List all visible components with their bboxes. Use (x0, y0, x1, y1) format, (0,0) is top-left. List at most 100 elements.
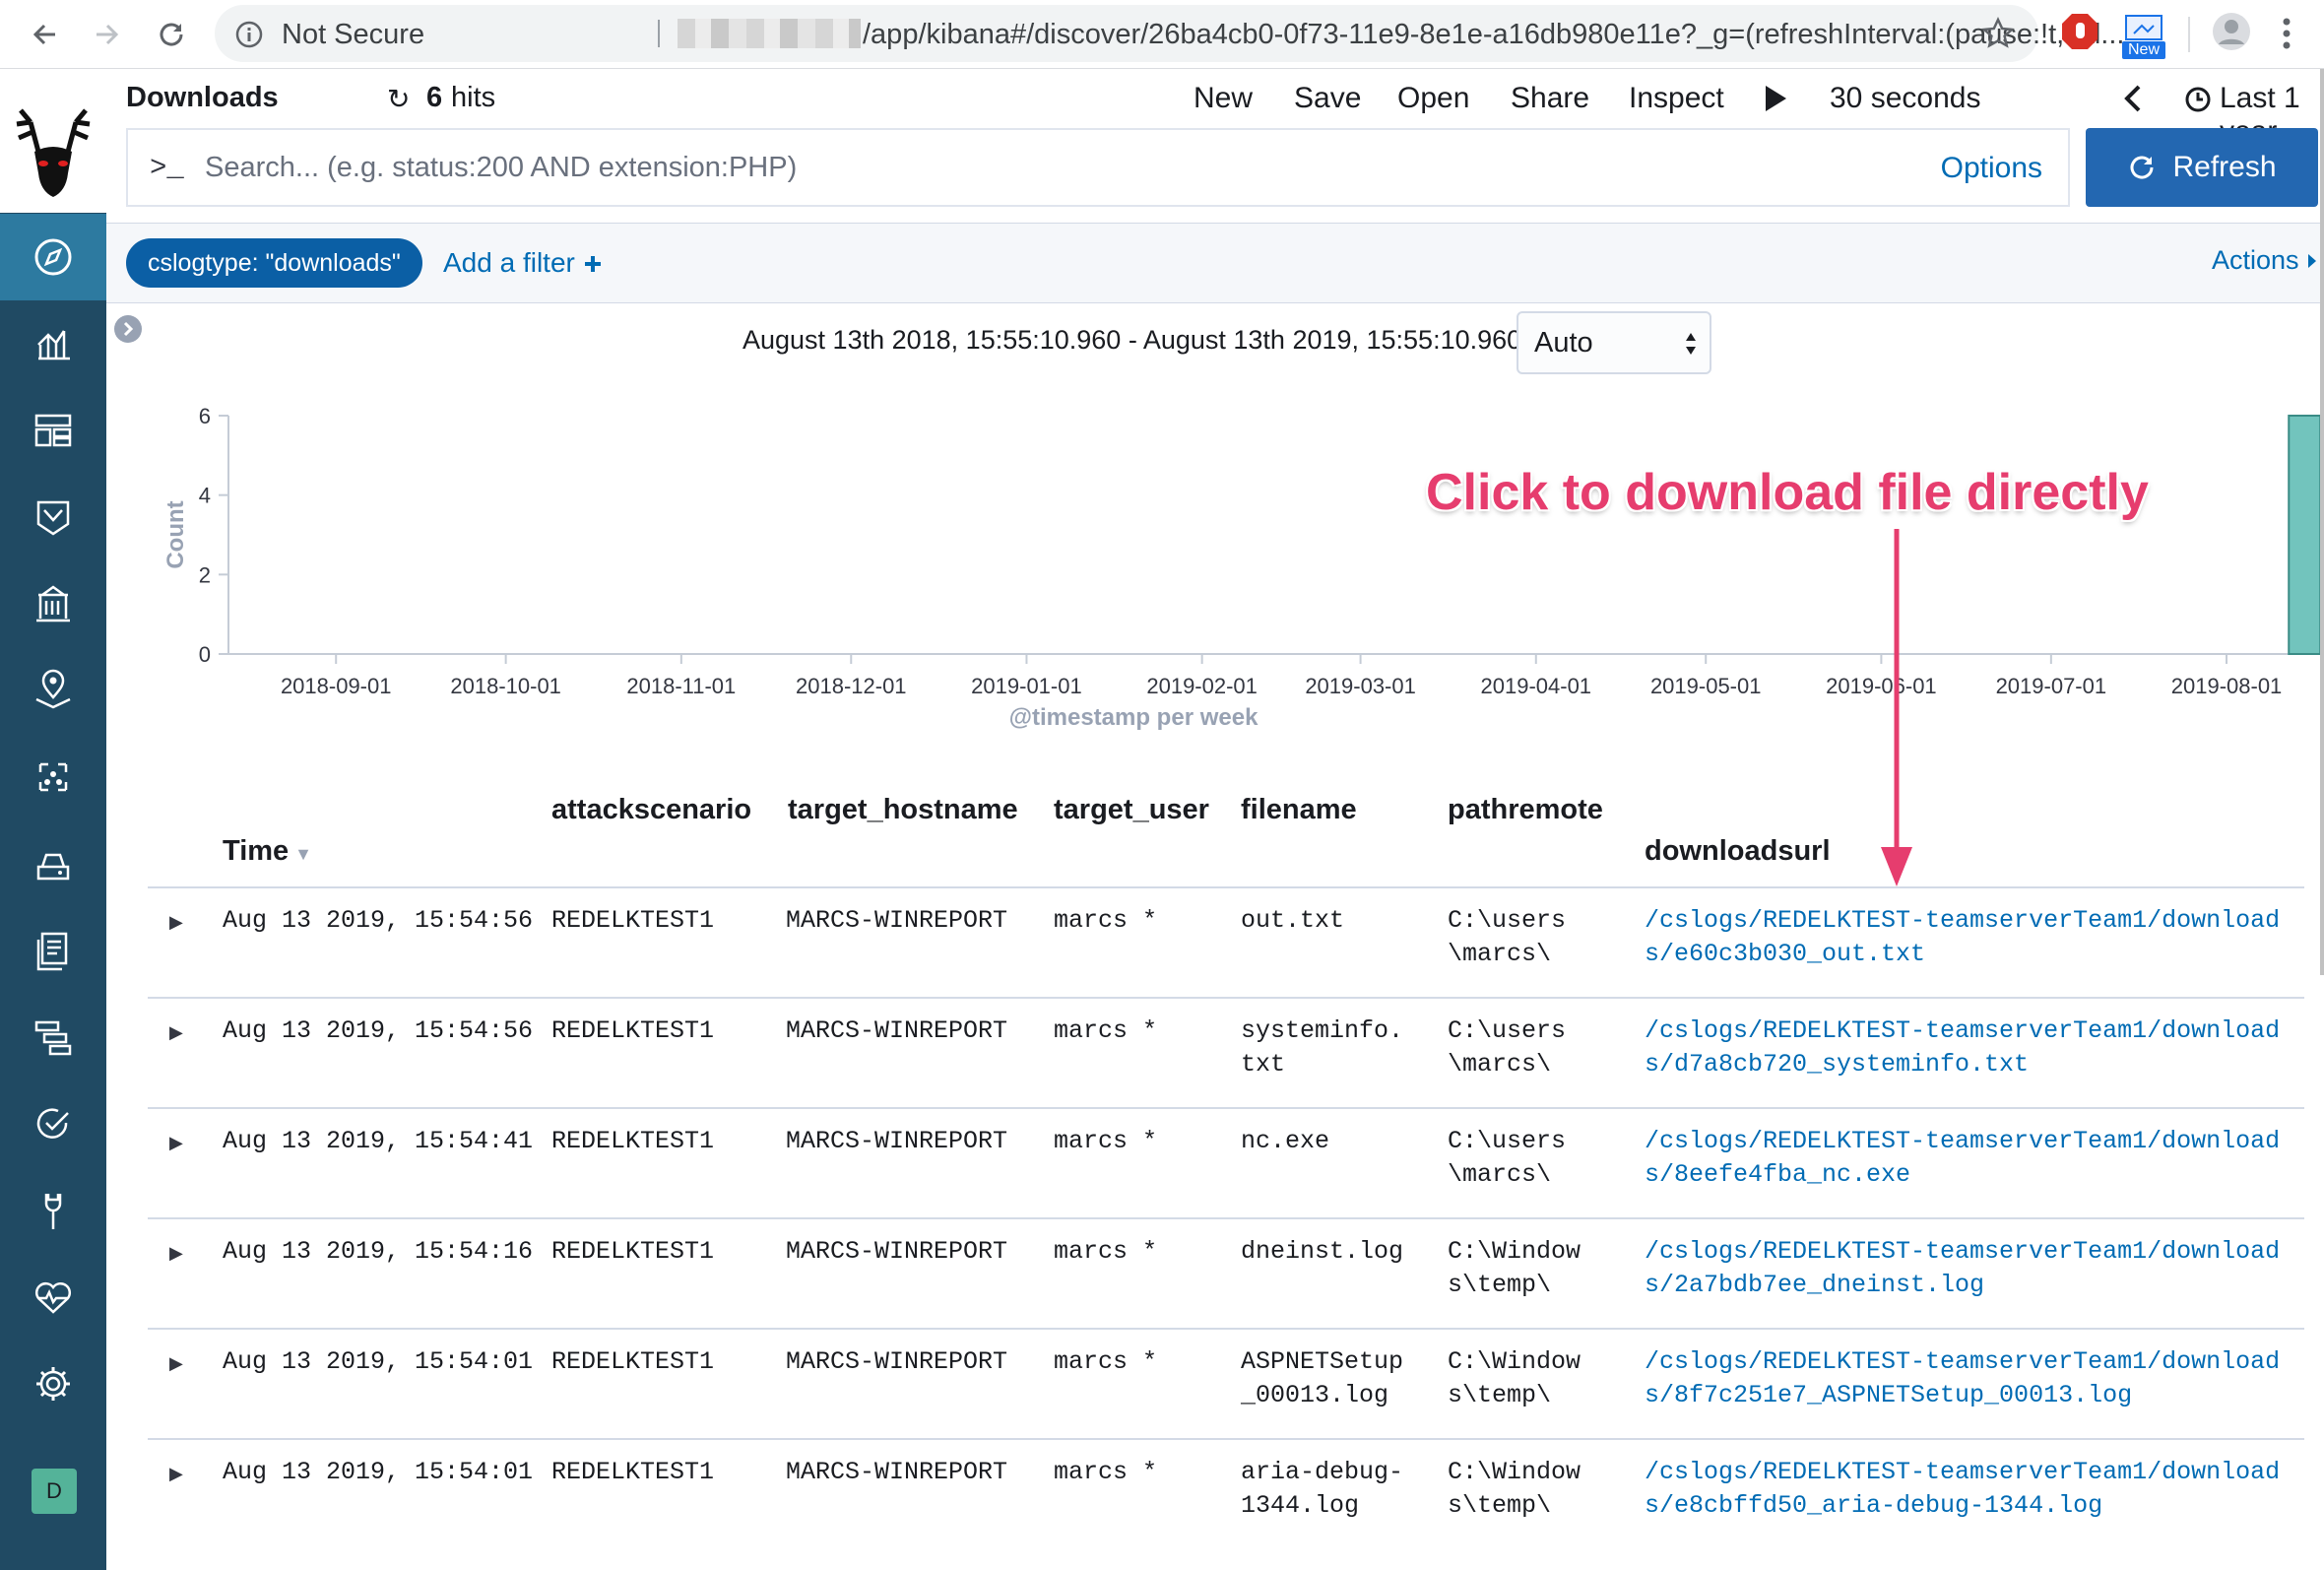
expand-row-icon[interactable]: ▶ (169, 1133, 183, 1153)
extension-new[interactable]: New (2122, 14, 2165, 59)
nav-discover[interactable] (0, 214, 106, 300)
chevron-left-icon[interactable] (2121, 84, 2145, 113)
expand-row-icon[interactable]: ▶ (169, 1243, 183, 1264)
column-header-downloadsurl[interactable]: downloadsurl (1645, 835, 1831, 868)
reload-button[interactable] (150, 13, 193, 56)
search-input[interactable] (205, 144, 1879, 191)
hits-refresh-icon[interactable]: ↻ (387, 83, 410, 115)
kibana-sidebar: D (0, 70, 106, 1570)
expand-row-icon[interactable]: ▶ (169, 912, 183, 933)
query-options-link[interactable]: Options (1941, 152, 2042, 185)
interval-select[interactable]: Auto (1517, 311, 1711, 374)
column-header-time[interactable]: Time ▼ (223, 835, 312, 868)
nav-management[interactable] (0, 1341, 106, 1427)
actions-link[interactable]: Actions (2212, 245, 2318, 276)
nav-canvas[interactable] (0, 474, 106, 560)
redelk-logo[interactable] (0, 70, 106, 213)
cell-attackscenario: REDELKTEST1 (551, 1237, 715, 1266)
x-tick-label: 2018-10-01 (450, 674, 561, 698)
refresh-button[interactable]: Refresh (2086, 128, 2318, 207)
kebab-menu-icon[interactable] (2281, 14, 2292, 53)
back-button[interactable] (24, 13, 67, 56)
column-header-target-hostname[interactable]: target_hostname (788, 794, 1018, 826)
back-arrow-icon (32, 24, 55, 45)
ml-icon (38, 762, 68, 792)
hits-count: 6 (426, 82, 443, 113)
deer-logo-icon (16, 107, 91, 197)
cell-downloadsurl[interactable]: /cslogs/REDELKTEST-teamserverTeam1/downl… (1645, 1014, 2294, 1081)
add-filter-link[interactable]: Add a filter (443, 247, 603, 279)
nav-apm[interactable] (0, 994, 106, 1080)
nav-monitoring[interactable] (0, 1254, 106, 1341)
menu-save[interactable]: Save (1294, 82, 1361, 115)
apm-icon (34, 1020, 72, 1056)
refresh-interval[interactable]: 30 seconds (1830, 82, 1980, 115)
expand-row-icon[interactable]: ▶ (169, 1353, 183, 1374)
cell-downloadsurl[interactable]: /cslogs/REDELKTEST-teamserverTeam1/downl… (1645, 904, 2294, 971)
nav-logs[interactable] (0, 907, 106, 994)
cell-pathremote: C:\users\marcs\ (1448, 1127, 1567, 1189)
filter-pill[interactable]: cslogtype: "downloads" (126, 238, 422, 288)
nav-ml[interactable] (0, 734, 106, 820)
user-avatar[interactable]: D (32, 1469, 77, 1514)
cell-target-hostname: MARCS-WINREPORT (786, 1127, 1008, 1155)
page-scrollbar[interactable] (2320, 69, 2324, 975)
maps-icon (35, 669, 71, 709)
column-header-attackscenario[interactable]: attackscenario (551, 794, 751, 826)
menu-open[interactable]: Open (1397, 82, 1469, 115)
cell-downloadsurl[interactable]: /cslogs/REDELKTEST-teamserverTeam1/downl… (1645, 1235, 2294, 1302)
expand-row-icon[interactable]: ▶ (169, 1464, 183, 1484)
expand-row-icon[interactable]: ▶ (169, 1022, 183, 1043)
column-header-pathremote[interactable]: pathremote (1448, 794, 1603, 826)
play-icon[interactable] (1763, 84, 1788, 113)
cell-downloadsurl[interactable]: /cslogs/REDELKTEST-teamserverTeam1/downl… (1645, 1456, 2294, 1523)
column-header-filename[interactable]: filename (1241, 794, 1357, 826)
nav-timelion[interactable] (0, 560, 106, 647)
column-header-target-user[interactable]: target_user (1054, 794, 1209, 826)
info-icon[interactable] (234, 20, 264, 49)
forward-button[interactable] (85, 13, 128, 56)
cell-target-hostname: MARCS-WINREPORT (786, 906, 1008, 935)
x-tick-label: 2018-12-01 (796, 674, 907, 698)
filter-bar: cslogtype: "downloads" Add a filter Acti… (106, 223, 2324, 303)
nav-uptime[interactable] (0, 1080, 106, 1167)
cell-filename: systeminfo.txt (1241, 1016, 1404, 1079)
cell-downloadsurl[interactable]: /cslogs/REDELKTEST-teamserverTeam1/downl… (1645, 1345, 2294, 1412)
cell-pathremote: C:\users\marcs\ (1448, 906, 1567, 968)
compass-icon (34, 238, 72, 276)
cell-filename: nc.exe (1241, 1127, 1330, 1155)
gear-icon (36, 1367, 70, 1401)
bookmark-star-icon[interactable] (1981, 17, 2015, 50)
cell-time: Aug 13 2019, 15:54:01 (223, 1458, 534, 1486)
cell-target-hostname: MARCS-WINREPORT (786, 1347, 1008, 1376)
cell-downloadsurl[interactable]: /cslogs/REDELKTEST-teamserverTeam1/downl… (1645, 1125, 2294, 1192)
discover-top-nav: Downloads ↻ 6 hits New Save Open Share I… (106, 70, 2324, 148)
forward-arrow-icon (97, 24, 119, 45)
nav-dev-tools[interactable] (0, 1167, 106, 1254)
cell-target-hostname: MARCS-WINREPORT (786, 1016, 1008, 1045)
x-tick-label: 2019-07-01 (1996, 674, 2107, 698)
menu-new[interactable]: New (1194, 82, 1253, 115)
adblock-icon[interactable] (2060, 12, 2099, 51)
url-text[interactable]: /app/kibana#/discover/26ba4cb0-0f73-11e9… (863, 19, 2172, 51)
add-filter-label: Add a filter (443, 247, 575, 278)
sidebar-collapse-icon[interactable] (113, 314, 143, 344)
menu-share[interactable]: Share (1511, 82, 1589, 115)
menu-inspect[interactable]: Inspect (1629, 82, 1724, 115)
nav-visualize[interactable] (0, 300, 106, 387)
nav-infrastructure[interactable] (0, 820, 106, 907)
x-tick-label: 2018-11-01 (626, 674, 736, 698)
cell-target-hostname: MARCS-WINREPORT (786, 1458, 1008, 1486)
reload-icon (160, 23, 183, 46)
x-tick-label: 2019-02-01 (1146, 674, 1258, 698)
cell-target-user: marcs * (1054, 1127, 1158, 1155)
profile-avatar-icon[interactable] (2212, 12, 2251, 51)
cell-time: Aug 13 2019, 15:54:56 (223, 906, 534, 935)
sort-caret-icon[interactable]: ▼ (294, 844, 312, 864)
nav-dashboard[interactable] (0, 387, 106, 474)
address-bar[interactable]: Not Secure /app/kibana#/discover/26ba4cb… (215, 5, 2124, 62)
table-row: ▶ Aug 13 2019, 15:54:56 REDELKTEST1 MARCS-W… (148, 886, 2304, 997)
plus-icon (584, 256, 601, 272)
nav-maps[interactable] (0, 647, 106, 734)
download-annotation: Click to download file directly (1426, 464, 2149, 521)
